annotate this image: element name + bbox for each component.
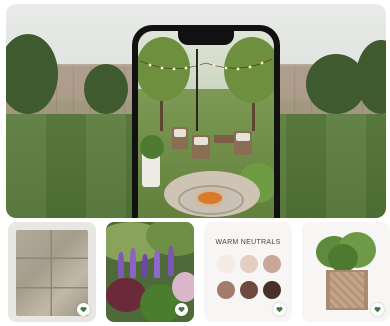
lavender-flowers bbox=[142, 254, 148, 278]
favorite-button[interactable] bbox=[371, 303, 384, 316]
pink-flowers bbox=[172, 272, 194, 302]
chair-cushion bbox=[194, 137, 208, 145]
light-pole bbox=[196, 49, 198, 131]
color-swatch[interactable] bbox=[217, 281, 235, 299]
heart-icon bbox=[178, 307, 185, 313]
phone-mockup bbox=[132, 25, 280, 218]
planter-foliage bbox=[140, 135, 164, 159]
color-swatch[interactable] bbox=[263, 255, 281, 273]
backyard-hero-image bbox=[6, 4, 386, 218]
lavender-flowers bbox=[130, 248, 136, 278]
color-swatch[interactable] bbox=[240, 255, 258, 273]
heart-icon bbox=[276, 307, 283, 313]
bush bbox=[84, 64, 128, 114]
fire-pit bbox=[178, 185, 244, 215]
chair-cushion bbox=[174, 129, 186, 137]
color-swatch[interactable] bbox=[217, 255, 235, 273]
lavender-flowers bbox=[118, 252, 124, 278]
favorite-button[interactable] bbox=[77, 303, 90, 316]
phone-screen-patio-design bbox=[138, 31, 274, 218]
tile-color-palette[interactable]: WARM NEUTRALS bbox=[204, 222, 292, 322]
tile-flower-garden[interactable] bbox=[106, 222, 194, 322]
lavender-flowers bbox=[168, 246, 174, 276]
wooden-planter-box bbox=[326, 270, 368, 310]
palette-title: WARM NEUTRALS bbox=[215, 239, 281, 246]
stone-paver-texture bbox=[16, 230, 88, 316]
color-swatch[interactable] bbox=[240, 281, 258, 299]
plant-foliage bbox=[328, 244, 358, 272]
lavender-flowers bbox=[154, 250, 160, 278]
heart-icon bbox=[80, 307, 87, 313]
tile-planter-box[interactable] bbox=[302, 222, 390, 322]
favorite-button[interactable] bbox=[273, 303, 286, 316]
string-lights bbox=[139, 58, 273, 71]
favorite-button[interactable] bbox=[175, 303, 188, 316]
chair-cushion bbox=[236, 133, 250, 141]
tile-stone-pavers[interactable] bbox=[8, 222, 96, 322]
color-swatches bbox=[217, 255, 281, 299]
heart-icon bbox=[374, 307, 381, 313]
color-swatch[interactable] bbox=[263, 281, 281, 299]
phone-notch bbox=[178, 31, 234, 45]
